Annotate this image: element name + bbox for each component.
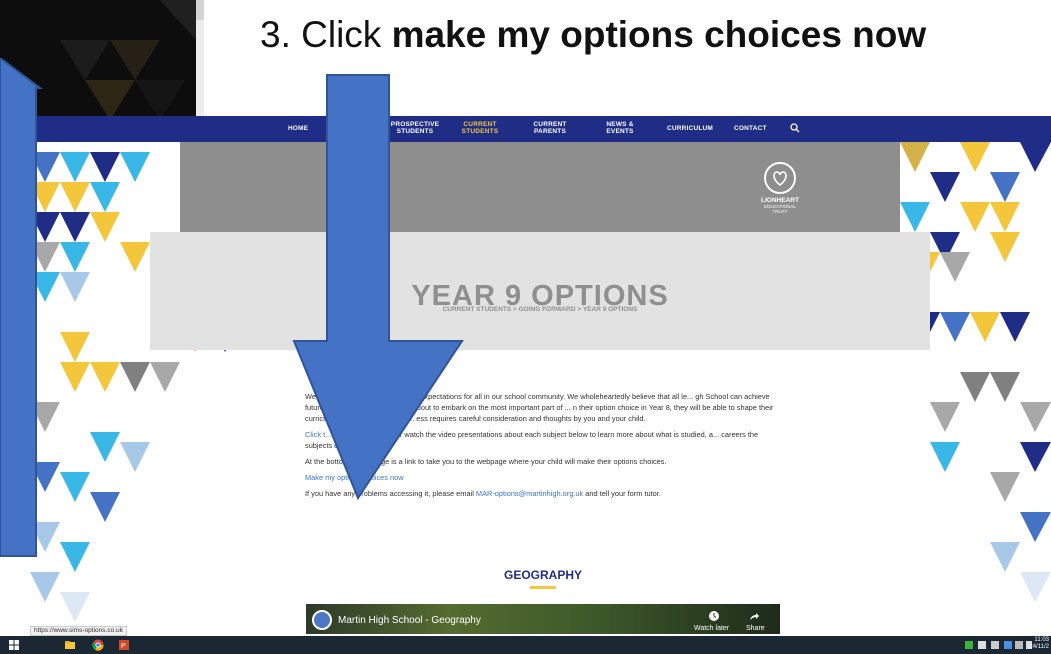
windows-taskbar: P 11:03 24/11/2 xyxy=(0,636,1051,654)
nav-current-parents[interactable]: CURRENT PARENTS xyxy=(530,121,570,135)
slide-divider xyxy=(196,20,204,116)
clock-date: 24/11/2 xyxy=(1029,644,1049,650)
share-label[interactable]: Share xyxy=(746,625,765,632)
tray-network-icon[interactable] xyxy=(1004,641,1012,649)
nav-news-events[interactable]: NEWS & EVENTS xyxy=(600,121,640,135)
instruction-prefix: 3. Click xyxy=(260,14,392,55)
site-nav: HOME PROSPECTIVE STUDENTS CURRENT STUDEN… xyxy=(30,116,1051,142)
windows-start-icon[interactable] xyxy=(8,639,20,651)
heart-logo-icon xyxy=(764,162,796,194)
share-icon[interactable] xyxy=(748,610,760,622)
options-email-link[interactable]: MAR-options@martinhigh.org.uk xyxy=(476,489,583,498)
slide-scrollbar xyxy=(196,0,204,20)
nav-contact[interactable]: CONTACT xyxy=(734,125,767,132)
powerpoint-icon[interactable]: P xyxy=(118,639,130,651)
instruction-bold: make my options choices now xyxy=(391,14,927,55)
taskbar-clock[interactable]: 11:03 24/11/2 xyxy=(1029,637,1049,651)
tray-app-icon[interactable] xyxy=(965,641,973,649)
file-explorer-icon[interactable] xyxy=(64,639,76,651)
section-title-geography: GEOGRAPHY xyxy=(503,568,582,582)
website-screenshot: HOME PROSPECTIVE STUDENTS CURRENT STUDEN… xyxy=(30,116,1051,634)
nav-current-students[interactable]: CURRENT STUDENTS xyxy=(460,121,500,135)
status-bar-url: https://www.sims-options.co.uk xyxy=(30,626,127,636)
clock-icon[interactable] xyxy=(708,610,720,622)
logo-name: LIONHEART xyxy=(761,197,799,204)
section-underline xyxy=(530,586,556,589)
geography-video[interactable]: Martin High School - Geography Watch lat… xyxy=(306,604,780,634)
svg-text:P: P xyxy=(121,643,126,650)
down-arrow-annotation xyxy=(292,74,464,500)
video-title[interactable]: Martin High School - Geography xyxy=(338,615,481,626)
contact-suffix: and tell your form tutor. xyxy=(583,489,661,498)
instruction-heading: 3. Click make my options choices now xyxy=(260,14,926,56)
nav-curriculum[interactable]: CURRICULUM xyxy=(667,125,713,132)
tray-display-icon[interactable] xyxy=(1015,641,1023,649)
chrome-icon[interactable] xyxy=(92,639,104,651)
search-icon[interactable] xyxy=(790,123,800,133)
clock-time: 11:03 xyxy=(1034,637,1049,643)
logo-sub-2: TRUST xyxy=(772,209,788,214)
tray-people-icon[interactable] xyxy=(991,641,999,649)
watch-later-label[interactable]: Watch later xyxy=(694,625,729,632)
up-arrow-annotation xyxy=(0,58,43,557)
tray-pen-icon[interactable] xyxy=(978,641,986,649)
lionheart-logo: LIONHEART EDUCATIONAL TRUST xyxy=(755,162,805,214)
channel-avatar[interactable] xyxy=(312,610,332,630)
